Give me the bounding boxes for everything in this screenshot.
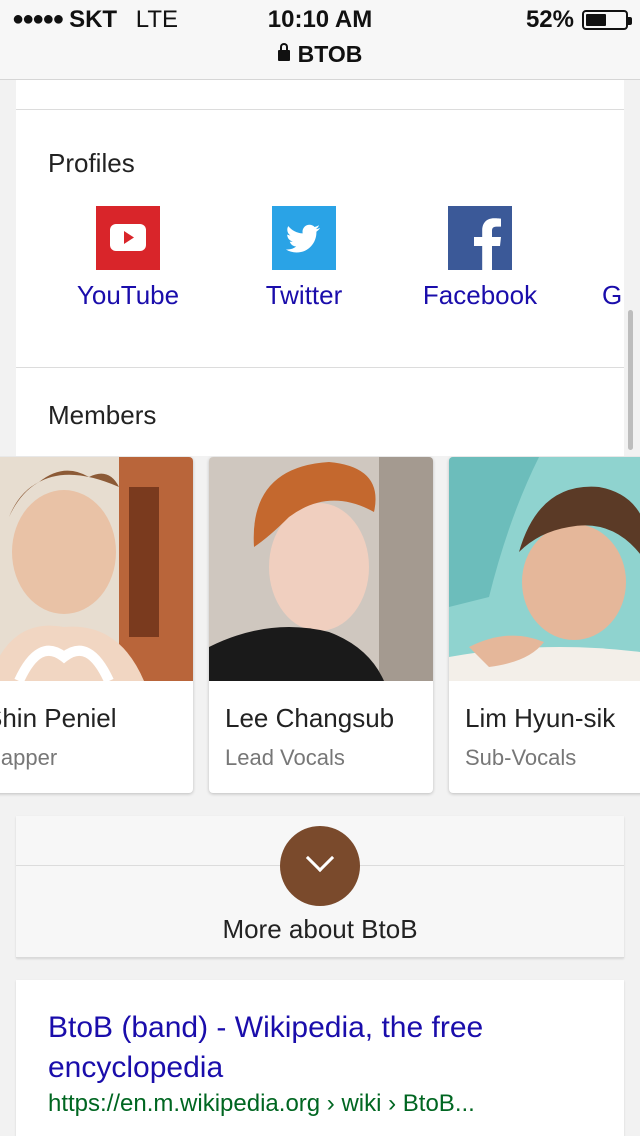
members-title: Members [48, 400, 157, 430]
more-about-link[interactable]: More about BtoB [16, 914, 624, 945]
member-card[interactable]: Lim Hyun-sik Sub-Vocals [449, 457, 640, 793]
members-header: Members [16, 368, 624, 456]
battery-fill [586, 14, 606, 26]
profile-youtube[interactable]: YouTube [40, 206, 216, 311]
profile-facebook[interactable]: Facebook [392, 206, 568, 311]
member-role: Rapper [0, 745, 58, 770]
twitter-icon [272, 206, 336, 270]
profile-google-plus[interactable]: G [568, 206, 624, 311]
profile-label: Twitter [265, 280, 343, 310]
url-label: BTOB [297, 41, 363, 67]
profile-label: G [602, 280, 623, 310]
member-card[interactable]: Lee Changsub Lead Vocals [209, 457, 433, 793]
more-about-section: More about BtoB [16, 816, 624, 958]
member-role: Sub-Vocals [465, 745, 577, 770]
battery-icon [582, 10, 632, 30]
facebook-icon [448, 206, 512, 270]
member-name: Lee Changsub [225, 703, 395, 733]
profile-twitter[interactable]: Twitter [216, 206, 392, 311]
member-card[interactable]: Shin Peniel Rapper [0, 457, 193, 793]
battery-percent: 52% [525, 6, 574, 33]
member-photo [449, 457, 640, 681]
status-bar: ●●●●● SKT LTE 10:10 AM 52% BTOB [0, 0, 640, 80]
members-carousel[interactable]: Shin Peniel Rapper Lee Changsub Lead Voc… [0, 456, 640, 816]
member-photo [0, 457, 193, 681]
chevron-down-icon [305, 843, 335, 873]
profile-label: Facebook [422, 280, 538, 310]
profile-label: YouTube [76, 280, 180, 310]
result-url: https://en.m.wikipedia.org › wiki › BtoB… [48, 1090, 475, 1117]
url-bar[interactable]: BTOB [0, 41, 640, 68]
battery-status: 52% [525, 6, 632, 34]
member-role: Lead Vocals [225, 745, 345, 770]
profiles-title: Profiles [48, 148, 135, 178]
youtube-icon [96, 206, 160, 270]
profiles-card: Profiles YouTube Twitter Facebook G [16, 110, 624, 368]
member-name: Shin Peniel [0, 703, 117, 733]
lock-icon [277, 43, 290, 61]
screen: ●●●●● SKT LTE 10:10 AM 52% BTOB Profiles [0, 0, 640, 1136]
member-photo [209, 457, 433, 681]
result-title-link[interactable]: BtoB (band) - Wikipedia, the free encycl… [48, 1008, 588, 1088]
expand-button[interactable] [280, 826, 360, 906]
scrollbar[interactable] [628, 310, 633, 450]
member-name: Lim Hyun-sik [465, 703, 616, 733]
search-result-card: BtoB (band) - Wikipedia, the free encycl… [16, 980, 624, 1136]
previous-card [16, 80, 624, 110]
